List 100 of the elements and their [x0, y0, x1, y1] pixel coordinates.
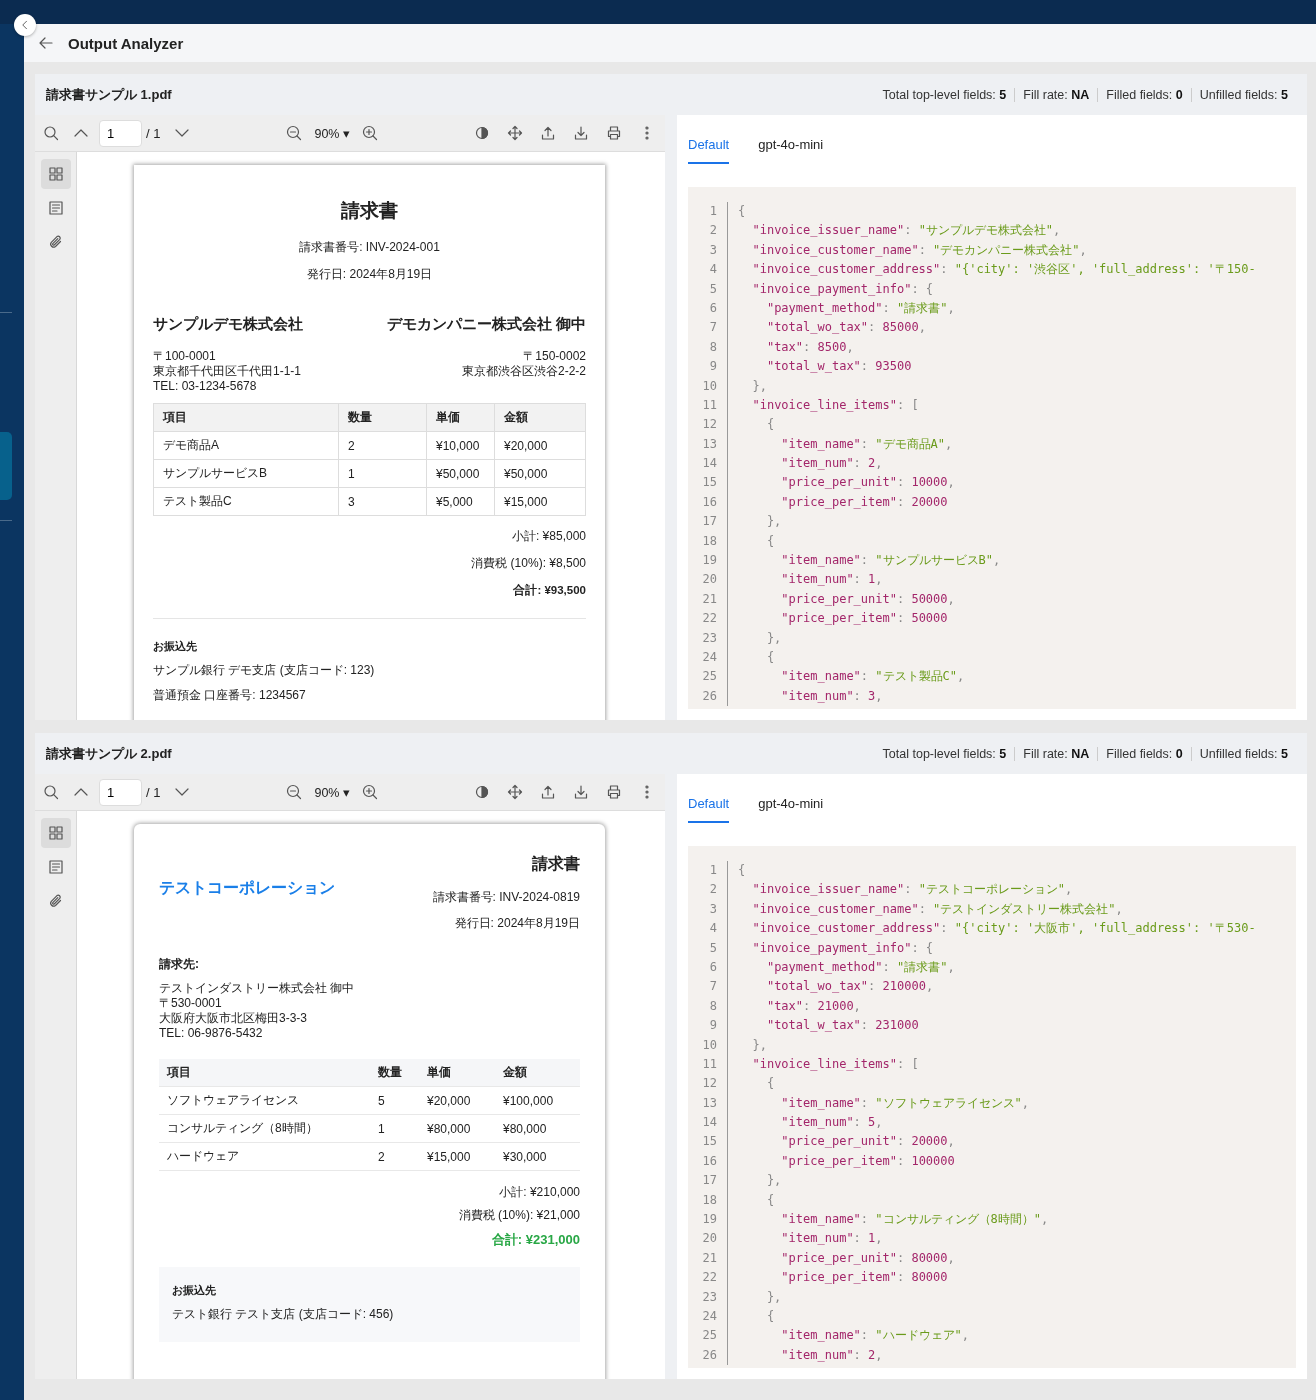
code-line: "total_w_tax": 231000 [765, 1017, 919, 1035]
table-cell: 1 [370, 1115, 419, 1143]
outline-icon [47, 200, 64, 216]
upload-icon[interactable] [540, 784, 556, 800]
zoom-out-icon[interactable] [286, 784, 303, 800]
line-number: 26 [688, 1345, 728, 1366]
outline-icon [47, 859, 64, 875]
table-cell: ¥50,000 [427, 460, 495, 488]
line-number: 23 [688, 628, 728, 648]
zoom-in-icon[interactable] [362, 784, 378, 800]
tab[interactable]: gpt-4o-mini [758, 133, 824, 164]
line-number: 18 [688, 531, 728, 552]
table-cell: ¥80,000 [419, 1115, 495, 1143]
table-cell: ソフトウェアライセンス [159, 1087, 370, 1115]
line-number: 16 [688, 492, 728, 513]
line-number: 19 [688, 1210, 728, 1230]
search-icon[interactable] [43, 125, 59, 141]
invoice-title: 請求書 [340, 199, 399, 223]
code-line: { [765, 1191, 775, 1209]
line-number: 17 [688, 1171, 728, 1191]
download-icon[interactable] [573, 125, 589, 141]
table-cell: 1 [339, 460, 427, 488]
line-number: 26 [688, 686, 728, 707]
line-number: 1 [688, 202, 728, 222]
move-icon[interactable] [507, 125, 523, 141]
table-cell: ハードウェア [159, 1143, 370, 1171]
line-number: 22 [688, 609, 728, 629]
upload-icon[interactable] [540, 125, 556, 141]
table-cell: ¥50,000 [495, 460, 586, 488]
issue-date: 発行日: 2024年8月19日 [305, 267, 434, 282]
page-number-input[interactable]: 1 [99, 778, 142, 806]
line-number: 11 [688, 1054, 728, 1075]
stat-text: Unfilled fields: 5 [1190, 87, 1296, 102]
table-header-cell: 単価 [427, 404, 495, 432]
bank-detail: テスト銀行 テスト支店 (支店コード: 456) [172, 1307, 395, 1322]
table-header-cell: 項目 [154, 404, 339, 432]
code-line: }, [765, 1288, 782, 1306]
zoom-select[interactable]: 90% ▾ [314, 125, 350, 141]
stat-text: Total top-level fields: 5 [881, 87, 1008, 102]
code-line: "item_name": "ハードウェア", [780, 1327, 969, 1345]
code-line: }, [751, 1036, 767, 1054]
code-line: "price_per_unit": 50000, [780, 590, 955, 608]
code-line: "price_per_unit": 80000, [780, 1249, 955, 1267]
code-line: "invoice_payment_info": { [751, 939, 934, 957]
code-line: "item_num": 5, [780, 1114, 883, 1132]
line-number: 5 [688, 279, 728, 299]
back-arrow-icon[interactable] [38, 35, 54, 51]
code-line: "item_num": 2, [780, 1346, 883, 1364]
line-number: 12 [688, 1074, 728, 1094]
code-line: "invoice_customer_name": "デモカンパニー株式会社", [751, 241, 1087, 259]
half-circle-icon[interactable] [474, 125, 490, 141]
invoice-number: 請求書番号: INV-2024-001 [298, 240, 441, 255]
address-line: 大阪府大阪市北区梅田3-3-3 [159, 1011, 308, 1026]
line-number: 6 [688, 957, 728, 978]
line-number: 16 [688, 1151, 728, 1172]
code-line: "item_name": "テスト製品C", [780, 668, 965, 686]
zoom-select[interactable]: 90% ▾ [314, 784, 350, 800]
code-line: { [765, 416, 775, 434]
tab[interactable]: Default [688, 792, 730, 823]
page-number-input[interactable]: 1 [99, 119, 142, 147]
page-title: Output Analyzer [68, 34, 184, 52]
table-cell: 5 [370, 1087, 419, 1115]
table-cell: ¥15,000 [419, 1143, 495, 1171]
table-header-cell: 単価 [419, 1059, 495, 1087]
zoom-out-icon[interactable] [286, 125, 303, 141]
table-cell: コンサルティング（8時間） [159, 1115, 370, 1143]
code-line: "item_name": "コンサルティング（8時間）", [780, 1211, 1049, 1229]
issuer-name: テストコーポレーション [159, 878, 335, 898]
sidebar-tool-button[interactable] [40, 818, 71, 848]
stat-text: Total top-level fields: 5 [881, 746, 1008, 761]
table-cell: サンプルサービスB [154, 460, 339, 488]
move-icon[interactable] [507, 784, 523, 800]
bank-detail: 普通預金 口座番号: 1234567 [153, 688, 307, 703]
code-line: "tax": 8500, [765, 338, 854, 356]
bank-detail: サンプル銀行 デモ支店 (支店コード: 123) [153, 663, 376, 678]
print-icon[interactable] [606, 784, 622, 800]
code-line: "item_name": "デモ商品A", [780, 435, 953, 453]
half-circle-icon[interactable] [474, 784, 490, 800]
table-cell: ¥80,000 [495, 1115, 580, 1143]
table-cell: ¥20,000 [419, 1087, 495, 1115]
code-line: { [765, 1308, 775, 1325]
code-line: "item_num": 1, [780, 571, 883, 589]
line-number: 7 [688, 977, 728, 997]
sidebar-highlight [0, 432, 12, 500]
code-line: }, [765, 1172, 782, 1190]
line-number: 3 [688, 899, 728, 920]
download-icon[interactable] [573, 784, 589, 800]
line-number: 10 [688, 1035, 728, 1055]
total-amount: 合計: ¥93,500 [513, 583, 586, 598]
tab[interactable]: gpt-4o-mini [758, 792, 824, 823]
table-cell: デモ商品A [154, 432, 339, 460]
subtotal: 小計: ¥85,000 [511, 529, 586, 544]
sidebar-tool-button[interactable] [40, 159, 71, 189]
tab[interactable]: Default [688, 133, 730, 164]
file-name: 請求書サンプル 2.pdf [46, 744, 172, 763]
code-line: "item_name": "ソフトウェアライセンス", [780, 1094, 1029, 1112]
zoom-in-icon[interactable] [362, 125, 378, 141]
line-number: 18 [688, 1190, 728, 1211]
search-icon[interactable] [43, 784, 59, 800]
print-icon[interactable] [606, 125, 622, 141]
